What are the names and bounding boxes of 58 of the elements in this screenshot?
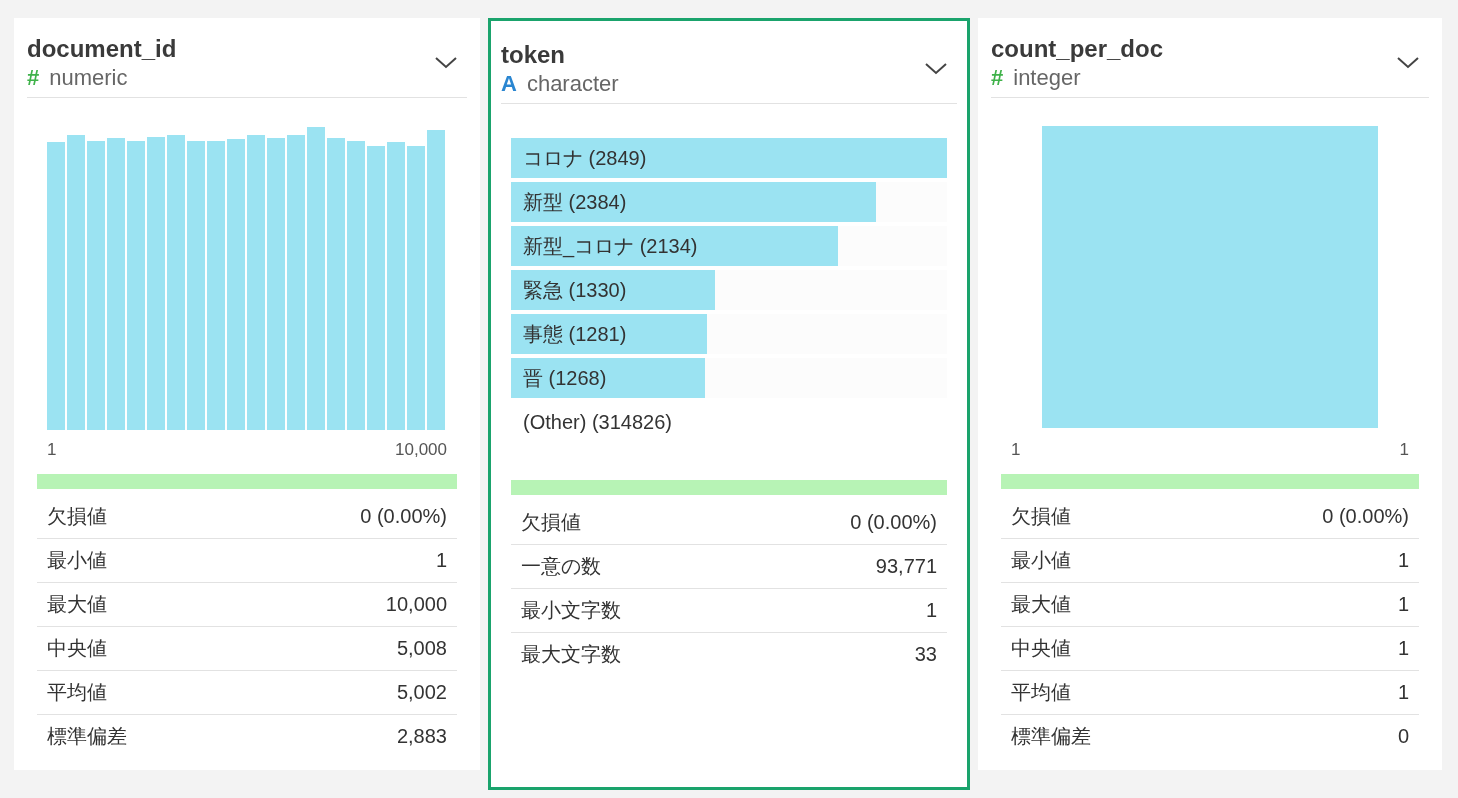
stat-value: 1 bbox=[1397, 593, 1409, 616]
stat-label: 平均値 bbox=[1011, 680, 1071, 705]
stat-label: 最小値 bbox=[47, 548, 107, 573]
column-card[interactable]: document_id # numeric 1 10,000 欠損値 0 (0.00%) 最小値 1 最大値 10,000 中央値 5,008 平均値 5,002 標準偏差 2,883 bbox=[14, 18, 480, 770]
stat-label: 最小文字数 bbox=[521, 598, 621, 623]
value-label: 新型 (2384) bbox=[522, 189, 627, 215]
stat-value: 0 (0.00%) bbox=[850, 511, 937, 534]
value-label: 晋 (1268) bbox=[522, 365, 607, 391]
stat-value: 5,002 bbox=[396, 681, 447, 704]
stat-value: 1 bbox=[435, 549, 447, 572]
stat-label: 欠損値 bbox=[47, 504, 107, 529]
stat-value: 10,000 bbox=[385, 593, 447, 616]
column-card[interactable]: token A character コロナ (2849) 新型 (2384) 新型_コロナ (2134) 緊急 (1330) 事態 (1281) 晋 (1268) (Other) (314826) 欠損値 0 (0.00%) 一意の数 93,771 最小文字数 1 最大文字数 33 bbox=[488, 18, 970, 790]
stat-label: 平均値 bbox=[47, 680, 107, 705]
stat-label: 標準偏差 bbox=[1011, 724, 1091, 749]
stat-label: 中央値 bbox=[47, 636, 107, 661]
chevron-down-icon[interactable] bbox=[435, 57, 457, 69]
value-label: コロナ (2849) bbox=[522, 145, 647, 171]
stat-label: 最小値 bbox=[1011, 548, 1071, 573]
stat-label: 一意の数 bbox=[521, 554, 601, 579]
column-card[interactable]: count_per_doc # integer 1 1 欠損値 0 (0.00%) 最小値 1 最大値 1 中央値 1 平均値 1 標準偏差 0 bbox=[978, 18, 1442, 770]
value-label: (Other) (314826) bbox=[522, 410, 672, 434]
stat-value: 1 bbox=[1397, 549, 1409, 572]
stat-value: 2,883 bbox=[396, 725, 447, 748]
axis-label: 10,000 bbox=[395, 440, 447, 461]
axis-label: 1 bbox=[1399, 440, 1409, 461]
type-icon: # bbox=[991, 65, 1004, 91]
stat-label: 中央値 bbox=[1011, 636, 1071, 661]
stat-label: 欠損値 bbox=[1011, 504, 1071, 529]
stat-label: 最大値 bbox=[47, 592, 107, 617]
stat-value: 5,008 bbox=[396, 637, 447, 660]
axis-label: 1 bbox=[1011, 440, 1021, 461]
stat-label: 欠損値 bbox=[521, 510, 581, 535]
column-type: integer bbox=[1013, 65, 1081, 91]
value-label: 新型_コロナ (2134) bbox=[522, 233, 698, 260]
stat-value: 1 bbox=[1397, 681, 1409, 704]
type-icon: A bbox=[501, 71, 517, 97]
value-label: 事態 (1281) bbox=[522, 321, 627, 347]
stat-value: 1 bbox=[1397, 637, 1409, 660]
chevron-down-icon[interactable] bbox=[1397, 57, 1419, 69]
column-name: document_id bbox=[27, 35, 177, 63]
type-icon: # bbox=[27, 65, 40, 91]
stat-label: 最大値 bbox=[1011, 592, 1071, 617]
stat-value: 1 bbox=[925, 599, 937, 622]
column-type: character bbox=[526, 71, 619, 97]
column-name: token bbox=[501, 41, 566, 69]
stat-value: 0 (0.00%) bbox=[360, 505, 447, 528]
chevron-down-icon[interactable] bbox=[925, 63, 947, 75]
stat-value: 93,771 bbox=[875, 555, 937, 578]
column-name: count_per_doc bbox=[991, 35, 1164, 63]
stat-value: 0 (0.00%) bbox=[1322, 505, 1409, 528]
stat-value: 0 bbox=[1397, 725, 1409, 748]
stat-value: 33 bbox=[914, 643, 937, 666]
column-type: numeric bbox=[49, 65, 128, 91]
stat-label: 最大文字数 bbox=[521, 642, 621, 667]
stat-label: 標準偏差 bbox=[47, 724, 127, 749]
value-label: 緊急 (1330) bbox=[522, 277, 627, 303]
axis-label: 1 bbox=[47, 440, 57, 461]
